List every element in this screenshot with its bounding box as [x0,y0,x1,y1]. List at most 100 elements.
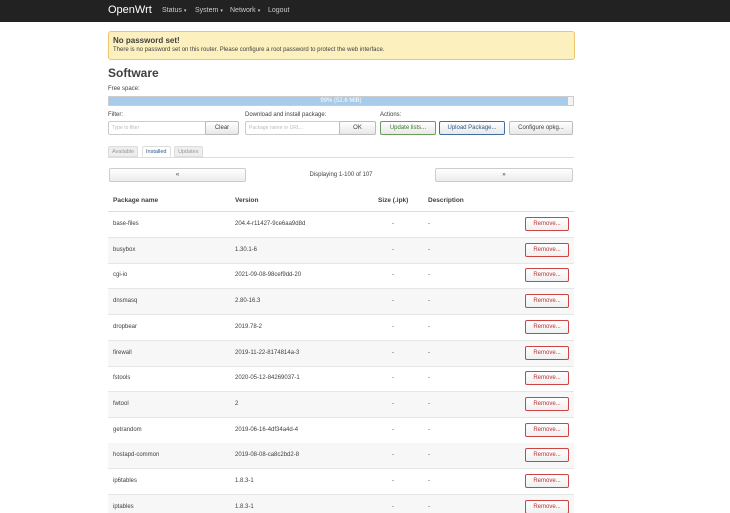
version-cell: 2019-06-16-4df34a4d-4 [235,426,299,433]
package-name-cell: fstools [113,375,131,382]
size-cell: - [392,246,394,253]
version-cell: 1.30.1-6 [235,246,258,253]
top-navbar: OpenWrt Status ▾ System ▾ Network ▾ Logout [0,0,730,22]
caret-down-icon: ▾ [220,8,223,14]
remove-button[interactable]: Remove... [525,242,569,257]
package-name-cell: dropbear [113,323,138,330]
download-label: Download and install package: [245,112,327,118]
version-cell: 2.80-16.3 [235,298,261,305]
remove-button[interactable]: Remove... [525,294,569,309]
remove-button[interactable]: Remove... [525,217,569,231]
free-space-label: Free space: [108,86,140,92]
caret-down-icon: ▾ [183,8,187,14]
description-cell: - [428,221,430,227]
filter-input[interactable]: Type to filter [108,121,206,135]
size-cell: - [392,452,394,459]
brand-logo[interactable]: OpenWrt [108,4,152,16]
tab-divider [108,157,574,158]
col-header-version: Version [235,197,259,204]
pager-prev-button[interactable]: « [109,168,246,182]
version-cell: 204.4-r11427-9ce6aa9d8d [235,221,306,227]
col-header-package: Package name [113,197,159,204]
alert-title: No password set! [113,36,180,45]
table-row: firewall 2019-11-22-8174814a-3 - - Remove... [108,340,574,367]
upload-package-button[interactable]: Upload Package... [439,121,505,135]
size-cell: - [392,503,394,510]
size-cell: - [392,478,394,484]
clear-button[interactable]: Clear [205,121,239,135]
configure-opkg-button[interactable]: Configure opkg... [509,121,573,135]
package-name-cell: iptables [113,503,134,510]
size-cell: - [392,375,394,382]
version-cell: 1.8.3-1 [235,503,254,510]
tab-installed[interactable]: Installed [142,146,171,157]
remove-button[interactable]: Remove... [525,268,569,283]
version-cell: 2020-05-12-84269037-1 [235,375,300,382]
table-row: base-files 204.4-r11427-9ce6aa9d8d - - Remov… [108,212,574,238]
filter-label: Filter: [108,112,123,118]
package-name-cell: base-files [113,221,139,227]
update-lists-button[interactable]: Update lists... [380,121,436,135]
size-cell: - [392,298,394,305]
version-cell: 2021-09-08-98cef9dd-20 [235,272,302,279]
menu-system-label: System [195,7,219,14]
description-cell: - [428,272,430,279]
remove-button[interactable]: Remove... [525,345,569,360]
package-name-cell: cgi-io [113,272,128,279]
description-cell: - [428,503,430,510]
size-cell: - [392,400,394,407]
description-cell: - [428,478,430,484]
tab-available[interactable]: Available [108,146,139,157]
version-cell: 1.8.3-1 [235,478,254,484]
description-cell: - [428,246,430,253]
size-cell: - [392,323,394,330]
package-url-placeholder: Package name or URL... [249,125,304,131]
remove-button[interactable]: Remove... [525,319,569,334]
description-cell: - [428,298,430,305]
version-cell: 2019-11-22-8174814a-3 [235,349,300,356]
col-header-description: Description [428,197,464,204]
table-row: iptables 1.8.3-1 - - Remove... [108,494,574,513]
package-name-cell: busybox [113,246,136,253]
description-cell: - [428,426,430,433]
table-row: busybox 1.30.1-6 - - Remove... [108,237,574,264]
free-space-text: 99% (52.6 MiB) [320,98,362,104]
remove-button[interactable]: Remove... [525,396,569,411]
no-password-alert: No password set! There is no password se… [108,31,575,60]
table-row: fwtool 2 - - Remove... [108,391,574,418]
version-cell: 2019.78-2 [235,323,263,330]
remove-button[interactable]: Remove... [525,371,569,386]
remove-button[interactable]: Remove... [525,474,569,488]
size-cell: - [392,426,394,433]
description-cell: - [428,349,430,356]
package-name-cell: dnsmasq [113,298,138,305]
menu-status[interactable]: Status ▾ [162,7,186,14]
menu-network[interactable]: Network ▾ [230,7,260,14]
remove-button[interactable]: Remove... [525,422,569,437]
size-cell: - [392,272,394,279]
description-cell: - [428,452,430,459]
version-cell: 2019-08-08-ca8c2bd2-8 [235,452,300,459]
package-name-cell: fwtool [113,400,129,407]
menu-status-label: Status [162,7,182,14]
table-row: fstools 2020-05-12-84269037-1 - - Remove... [108,366,574,393]
menu-system[interactable]: System ▾ [195,7,223,14]
remove-button[interactable]: Remove... [525,448,569,463]
size-cell: - [392,221,394,227]
page-title: Software [108,66,159,80]
pager-next-button[interactable]: » [435,168,573,182]
package-name-cell: firewall [113,349,132,356]
table-row: cgi-io 2021-09-08-98cef9dd-20 - - Remove... [108,263,574,290]
remove-button[interactable]: Remove... [525,499,569,513]
col-header-size: Size (.ipk) [378,197,409,204]
menu-network-label: Network [230,7,256,14]
description-cell: - [428,323,430,330]
table-row: dnsmasq 2.80-16.3 - - Remove... [108,289,574,316]
tab-updates[interactable]: Updates [174,146,203,157]
table-row: dropbear 2019.78-2 - - Remove... [108,315,574,341]
menu-logout[interactable]: Logout [268,7,289,14]
package-url-input[interactable]: Package name or URL... [245,121,340,135]
table-row: getrandom 2019-06-16-4df34a4d-4 - - Remove..… [108,418,574,444]
ok-button[interactable]: OK [339,121,376,135]
version-cell: 2 [235,400,239,407]
